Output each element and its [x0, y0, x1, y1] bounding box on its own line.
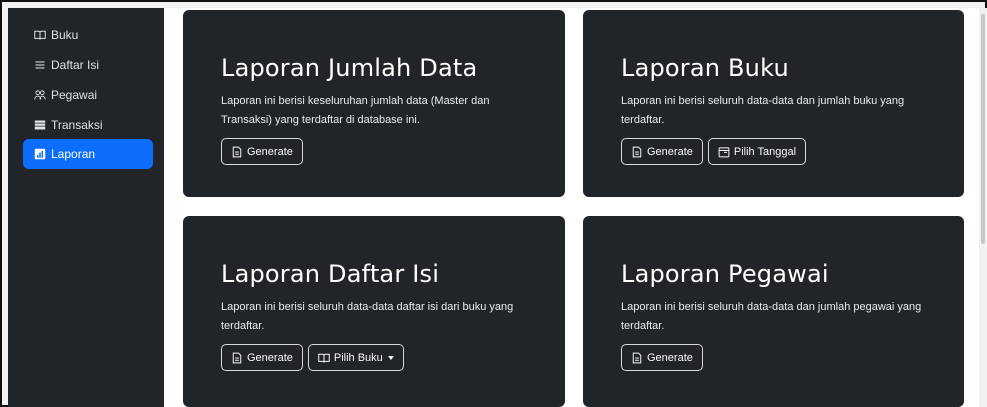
file-icon — [231, 146, 243, 158]
calendar-icon — [718, 146, 730, 158]
card-title: Laporan Daftar Isi — [221, 260, 440, 288]
card-title: Laporan Pegawai — [621, 260, 829, 288]
file-icon — [631, 352, 643, 364]
sidebar-item-buku[interactable]: Buku — [23, 20, 153, 50]
card-laporan-buku: Laporan Buku Laporan ini berisi seluruh … — [583, 10, 964, 197]
button-label: Generate — [647, 351, 693, 364]
sidebar-item-label: Buku — [51, 28, 79, 42]
sidebar-item-pegawai[interactable]: Pegawai — [23, 80, 153, 110]
sidebar-item-label: Laporan — [51, 147, 96, 161]
sidebar-item-daftar-isi[interactable]: Daftar Isi — [23, 50, 153, 80]
chevron-down-icon — [387, 355, 394, 360]
sidebar-item-label: Transaksi — [51, 118, 103, 132]
scrollbar-thumb[interactable] — [981, 14, 985, 244]
card-title: Laporan Jumlah Data — [221, 54, 478, 82]
sidebar: Buku Daftar Isi Pegawai Transaksi Lapora… — [8, 8, 164, 407]
report-icon — [33, 147, 47, 161]
generate-button[interactable]: Generate — [621, 138, 703, 165]
card-laporan-jumlah-data: Laporan Jumlah Data Laporan ini berisi k… — [183, 10, 565, 197]
wallet-icon — [33, 118, 47, 132]
card-description: Laporan ini berisi seluruh data-data dan… — [621, 301, 922, 332]
book-icon — [33, 28, 47, 42]
book-icon — [318, 352, 330, 364]
pilih-buku-dropdown[interactable]: Pilih Buku — [307, 344, 404, 371]
list-icon — [33, 58, 47, 72]
card-description: Laporan ini berisi seluruh data-data dan… — [621, 95, 905, 126]
card-description: Laporan ini berisi seluruh data-data daf… — [221, 301, 514, 332]
people-icon — [33, 88, 47, 102]
generate-button[interactable]: Generate — [621, 344, 703, 371]
button-label: Pilih Tanggal — [733, 145, 797, 158]
file-icon — [231, 352, 243, 364]
card-description: Laporan ini berisi keseluruhan jumlah da… — [221, 95, 490, 126]
card-laporan-daftar-isi: Laporan Daftar Isi Laporan ini berisi se… — [183, 216, 565, 407]
generate-button[interactable]: Generate — [221, 344, 303, 371]
button-label: Generate — [247, 351, 293, 364]
sidebar-item-label: Daftar Isi — [51, 58, 100, 72]
pilih-tanggal-button[interactable]: Pilih Tanggal — [707, 138, 807, 165]
button-label: Generate — [647, 145, 693, 158]
button-label: Pilih Buku — [333, 351, 383, 364]
sidebar-item-laporan[interactable]: Laporan — [23, 139, 153, 169]
sidebar-item-label: Pegawai — [51, 88, 98, 102]
file-icon — [631, 146, 643, 158]
card-title: Laporan Buku — [621, 54, 789, 82]
sidebar-item-transaksi[interactable]: Transaksi — [23, 110, 153, 140]
button-label: Generate — [247, 145, 293, 158]
generate-button[interactable]: Generate — [221, 138, 303, 165]
card-laporan-pegawai: Laporan Pegawai Laporan ini berisi selur… — [583, 216, 964, 407]
